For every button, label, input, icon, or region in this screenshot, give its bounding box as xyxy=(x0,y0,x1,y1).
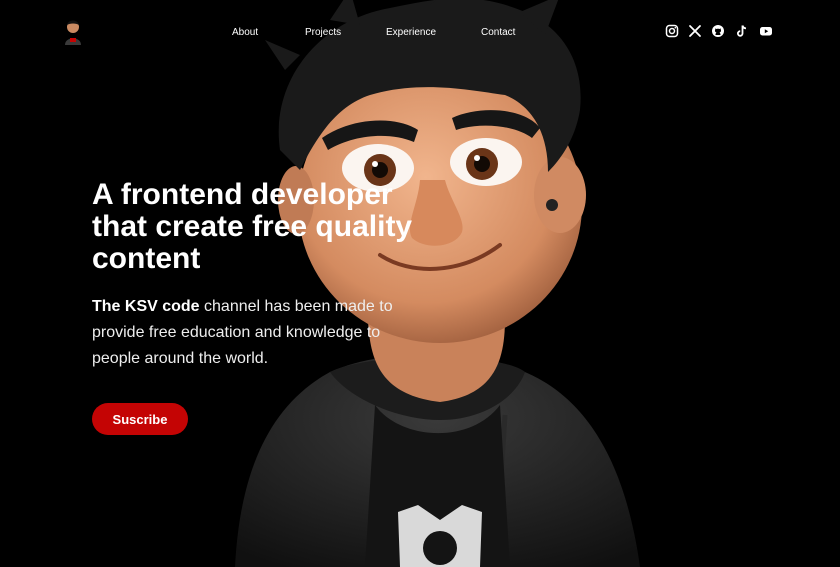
nav-link-about[interactable]: About xyxy=(232,27,258,38)
hero-headline: A frontend developer that create free qu… xyxy=(92,178,413,275)
github-icon[interactable] xyxy=(711,24,725,38)
nav-link-contact[interactable]: Contact xyxy=(481,27,515,38)
nav-link-experience[interactable]: Experience xyxy=(386,27,436,38)
subscribe-button[interactable]: Suscribe xyxy=(92,403,188,435)
youtube-icon[interactable] xyxy=(759,24,773,38)
nav-link-projects[interactable]: Projects xyxy=(305,27,341,38)
tiktok-icon[interactable] xyxy=(735,24,749,38)
instagram-icon[interactable] xyxy=(665,24,679,38)
x-icon[interactable] xyxy=(688,24,702,38)
hero-character-illustration xyxy=(235,0,640,567)
hero-description: The KSV code channel has been made to pr… xyxy=(92,294,422,372)
channel-name: The KSV code xyxy=(92,298,200,315)
